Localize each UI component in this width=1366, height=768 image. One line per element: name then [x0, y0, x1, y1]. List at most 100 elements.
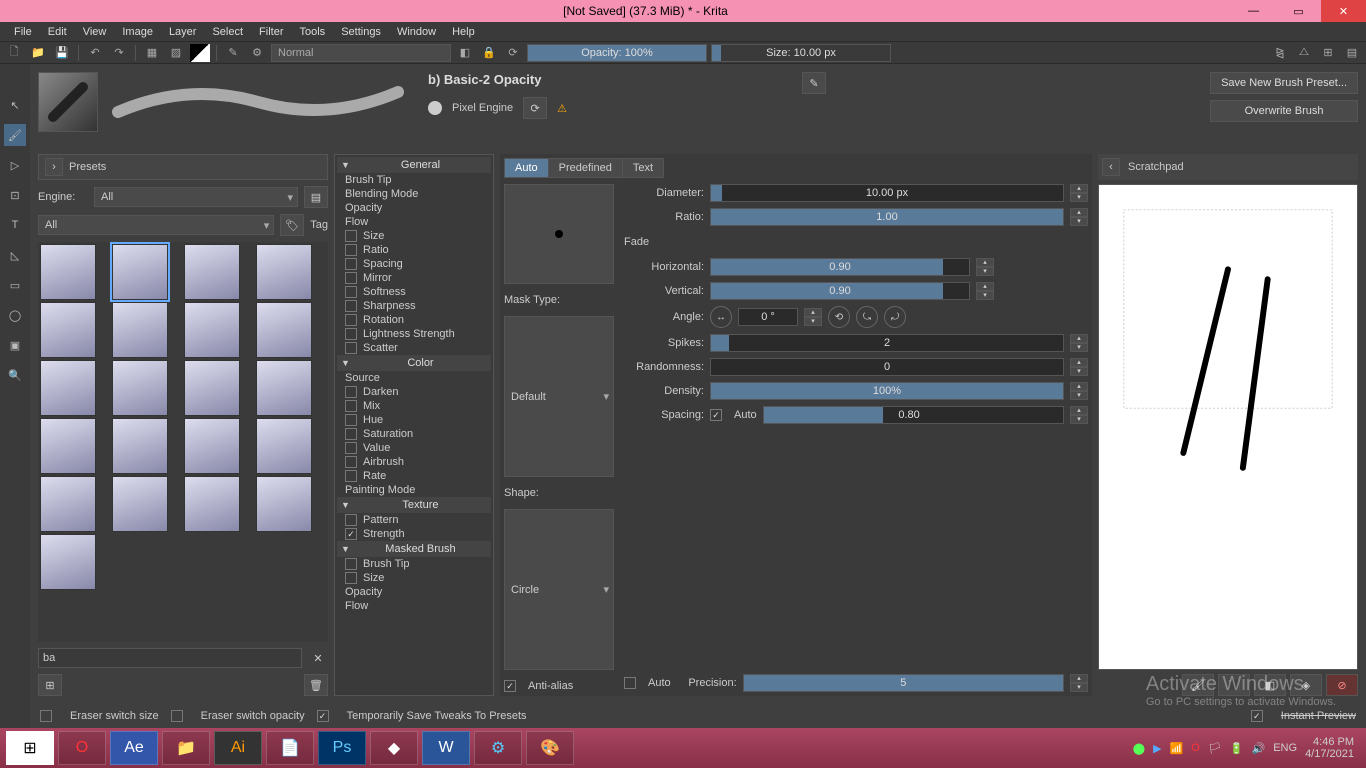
tray-shield-icon[interactable]: ⬤: [1133, 742, 1145, 755]
preset-item[interactable]: [112, 360, 168, 416]
prop-rotation[interactable]: Rotation: [337, 313, 491, 327]
prop-pattern[interactable]: Pattern: [337, 513, 491, 527]
diameter-spinner[interactable]: ▴▾: [1070, 184, 1088, 202]
prop-rate[interactable]: Rate: [337, 469, 491, 483]
overwrite-brush-button[interactable]: Overwrite Brush: [1210, 100, 1358, 122]
eraser-icon[interactable]: ◧: [455, 44, 475, 62]
prop-brush-tip[interactable]: Brush Tip: [337, 173, 491, 187]
menu-edit[interactable]: Edit: [40, 24, 75, 40]
preset-item[interactable]: [184, 302, 240, 358]
preset-item[interactable]: [112, 418, 168, 474]
color-swatch-icon[interactable]: [190, 44, 210, 62]
brush-settings-icon[interactable]: ⚙: [247, 44, 267, 62]
preset-item[interactable]: [40, 476, 96, 532]
preset-item[interactable]: [112, 302, 168, 358]
preset-item[interactable]: [256, 418, 312, 474]
diameter-slider[interactable]: 10.00 px: [710, 184, 1064, 202]
spacing-slider[interactable]: 0.80: [763, 406, 1064, 424]
task-tool[interactable]: ⚙: [474, 731, 522, 765]
preset-item[interactable]: [184, 418, 240, 474]
prop-masked-flow[interactable]: Flow: [337, 599, 491, 613]
group-color[interactable]: ▼Color: [337, 355, 491, 371]
spikes-spinner[interactable]: ▴▾: [1070, 334, 1088, 352]
select-free-icon[interactable]: ◯: [4, 304, 26, 326]
angle-dial-icon[interactable]: ↔: [710, 306, 732, 328]
preset-item[interactable]: [184, 360, 240, 416]
engine-filter-combo[interactable]: All: [94, 187, 298, 207]
randomness-slider[interactable]: 0: [710, 358, 1064, 376]
menu-image[interactable]: Image: [114, 24, 161, 40]
mirror-v-icon[interactable]: ⧍: [1294, 44, 1314, 62]
prop-masked-tip[interactable]: Brush Tip: [337, 557, 491, 571]
task-krita[interactable]: 🎨: [526, 731, 574, 765]
minimize-button[interactable]: ―: [1231, 0, 1276, 22]
preset-item[interactable]: [112, 244, 168, 300]
close-button[interactable]: ✕: [1321, 0, 1366, 22]
prop-darken[interactable]: Darken: [337, 385, 491, 399]
antialias-checkbox[interactable]: [504, 680, 516, 692]
horizontal-spinner[interactable]: ▴▾: [976, 258, 994, 276]
preset-item[interactable]: [184, 244, 240, 300]
group-texture[interactable]: ▼Texture: [337, 497, 491, 513]
vertical-slider[interactable]: 0.90: [710, 282, 970, 300]
density-spinner[interactable]: ▴▾: [1070, 382, 1088, 400]
crop-tool-icon[interactable]: ⊡: [4, 184, 26, 206]
prop-airbrush[interactable]: Airbrush: [337, 455, 491, 469]
shape-tool-icon[interactable]: ◺: [4, 244, 26, 266]
prop-flow[interactable]: Flow: [337, 215, 491, 229]
precision-auto-checkbox[interactable]: [624, 677, 636, 689]
tag-filter-combo[interactable]: All: [38, 215, 274, 235]
line-tool-icon[interactable]: ▷: [4, 154, 26, 176]
clear-search-icon[interactable]: ✕: [308, 648, 328, 668]
preset-item[interactable]: [112, 476, 168, 532]
eraser-size-checkbox[interactable]: [40, 710, 52, 722]
prop-blending-mode[interactable]: Blending Mode: [337, 187, 491, 201]
brush-preset-icon[interactable]: ✎: [223, 44, 243, 62]
prop-spacing[interactable]: Spacing: [337, 257, 491, 271]
ratio-slider[interactable]: 1.00: [710, 208, 1064, 226]
tag-icon[interactable]: 🏷: [280, 214, 304, 236]
scratch-clear-icon[interactable]: ⊘: [1326, 674, 1358, 696]
pattern-icon[interactable]: ▨: [166, 44, 186, 62]
redo-icon[interactable]: ↷: [109, 44, 129, 62]
prop-masked-opacity[interactable]: Opacity: [337, 585, 491, 599]
task-aftereffects[interactable]: Ae: [110, 731, 158, 765]
prop-softness[interactable]: Softness: [337, 285, 491, 299]
preset-search-input[interactable]: [38, 648, 302, 668]
mask-type-combo[interactable]: Default: [504, 316, 614, 477]
tray-lang[interactable]: ENG: [1273, 742, 1297, 754]
prop-painting-mode[interactable]: Painting Mode: [337, 483, 491, 497]
collapse-presets-icon[interactable]: ›: [45, 158, 63, 176]
text-tool-icon[interactable]: T: [4, 214, 26, 236]
randomness-spinner[interactable]: ▴▾: [1070, 358, 1088, 376]
prop-size[interactable]: Size: [337, 229, 491, 243]
fill-tool-icon[interactable]: ▣: [4, 334, 26, 356]
prop-hue[interactable]: Hue: [337, 413, 491, 427]
tray-battery-icon[interactable]: 🔋: [1230, 742, 1244, 755]
new-icon[interactable]: 🗋: [4, 44, 24, 62]
prop-ratio[interactable]: Ratio: [337, 243, 491, 257]
spikes-slider[interactable]: 2: [710, 334, 1064, 352]
move-tool-icon[interactable]: ↖: [4, 94, 26, 116]
ratio-spinner[interactable]: ▴▾: [1070, 208, 1088, 226]
tab-text[interactable]: Text: [623, 159, 663, 177]
prop-sharpness[interactable]: Sharpness: [337, 299, 491, 313]
menu-window[interactable]: Window: [389, 24, 444, 40]
save-icon[interactable]: 💾: [52, 44, 72, 62]
prop-mix[interactable]: Mix: [337, 399, 491, 413]
prop-masked-size[interactable]: Size: [337, 571, 491, 585]
angle-input[interactable]: 0 °: [738, 308, 798, 326]
menu-settings[interactable]: Settings: [333, 24, 389, 40]
prop-source[interactable]: Source: [337, 371, 491, 385]
tray-opera-icon[interactable]: O: [1191, 742, 1200, 754]
preset-item[interactable]: [256, 302, 312, 358]
menu-tools[interactable]: Tools: [292, 24, 334, 40]
tab-auto[interactable]: Auto: [505, 159, 549, 177]
precision-slider[interactable]: 5: [743, 674, 1064, 692]
reload-icon[interactable]: ⟳: [503, 44, 523, 62]
task-word[interactable]: W: [422, 731, 470, 765]
add-preset-icon[interactable]: ⊞: [38, 674, 62, 696]
scratchpad-canvas[interactable]: [1098, 184, 1358, 670]
precision-spinner[interactable]: ▴▾: [1070, 674, 1088, 692]
temp-save-checkbox[interactable]: [317, 710, 329, 722]
